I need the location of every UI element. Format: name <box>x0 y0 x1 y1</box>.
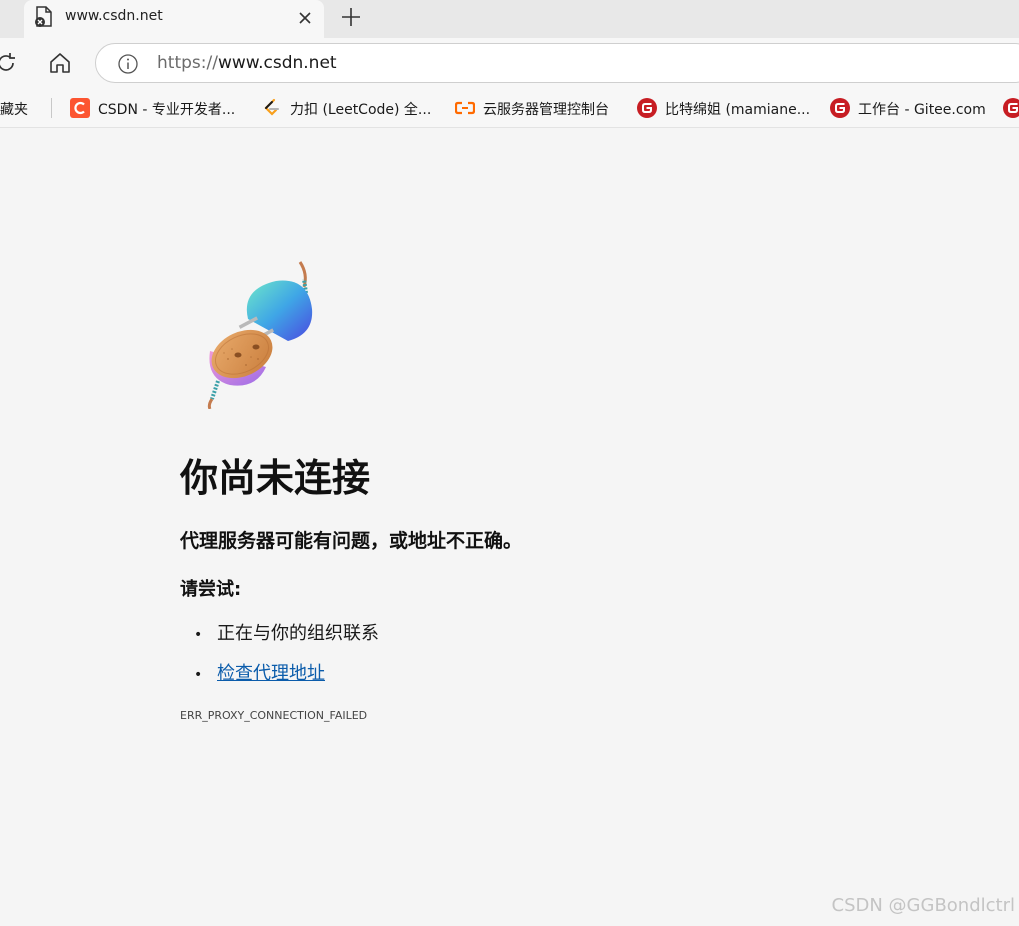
leetcode-icon <box>262 98 282 118</box>
close-icon[interactable] <box>294 7 316 29</box>
url-host: www.csdn.net <box>217 53 337 73</box>
tab-title: www.csdn.net <box>65 8 163 24</box>
try-label: 请尝试: <box>180 579 242 600</box>
error-code: ERR_PROXY_CONNECTION_FAILED <box>180 709 368 722</box>
home-icon[interactable] <box>47 50 73 76</box>
url-text[interactable]: https://www.csdn.net <box>157 53 337 73</box>
suggestion-text: 正在与你的组织联系 <box>217 623 379 644</box>
suggestion-item: • 检查代理地址 <box>194 659 325 685</box>
watermark: CSDN @GGBondlctrl <box>831 895 1016 916</box>
bullet: • <box>194 627 203 643</box>
bookmark-label: 比特绵姐 (mamiane... <box>665 102 811 118</box>
csdn-icon <box>70 98 90 118</box>
suggestion-item: • 正在与你的组织联系 <box>194 619 379 645</box>
error-page: 你尚未连接 代理服务器可能有问题，或地址不正确。 请尝试: • 正在与你的组织联系… <box>0 129 1019 926</box>
tab-active[interactable]: www.csdn.net <box>24 0 324 38</box>
aliyun-icon <box>454 98 476 118</box>
bookmarks-divider <box>51 98 52 118</box>
page-error-icon <box>34 6 54 28</box>
bookmark-label: CSDN - 专业开发者... <box>98 102 236 118</box>
browser-toolbar: https://www.csdn.net <box>0 38 1019 88</box>
gitee-icon <box>830 98 850 118</box>
url-scheme: https:// <box>157 53 218 73</box>
info-icon[interactable] <box>117 53 139 75</box>
bullet: • <box>194 667 203 683</box>
bookmarks-bar: 收藏夹 CSDN - 专业开发者... 力扣 (LeetCode) 全... <box>0 88 1019 128</box>
bookmark-label: 力扣 (LeetCode) 全... <box>290 102 432 118</box>
gitee-icon <box>1003 98 1019 118</box>
tab-strip: www.csdn.net <box>0 0 1019 38</box>
error-heading: 你尚未连接 <box>180 456 371 500</box>
error-subheading: 代理服务器可能有问题，或地址不正确。 <box>180 530 523 552</box>
bookmark-label: 云服务器管理控制台 <box>483 102 609 118</box>
check-proxy-link[interactable]: 检查代理地址 <box>217 663 325 684</box>
gitee-icon <box>637 98 657 118</box>
favorites-button[interactable]: 收藏夹 <box>0 99 28 119</box>
disconnected-plug-illustration <box>196 259 326 410</box>
address-bar[interactable]: https://www.csdn.net <box>95 43 1019 83</box>
refresh-icon[interactable] <box>0 51 18 75</box>
bookmark-label: 工作台 - Gitee.com <box>858 102 986 118</box>
plus-icon[interactable] <box>338 4 364 30</box>
